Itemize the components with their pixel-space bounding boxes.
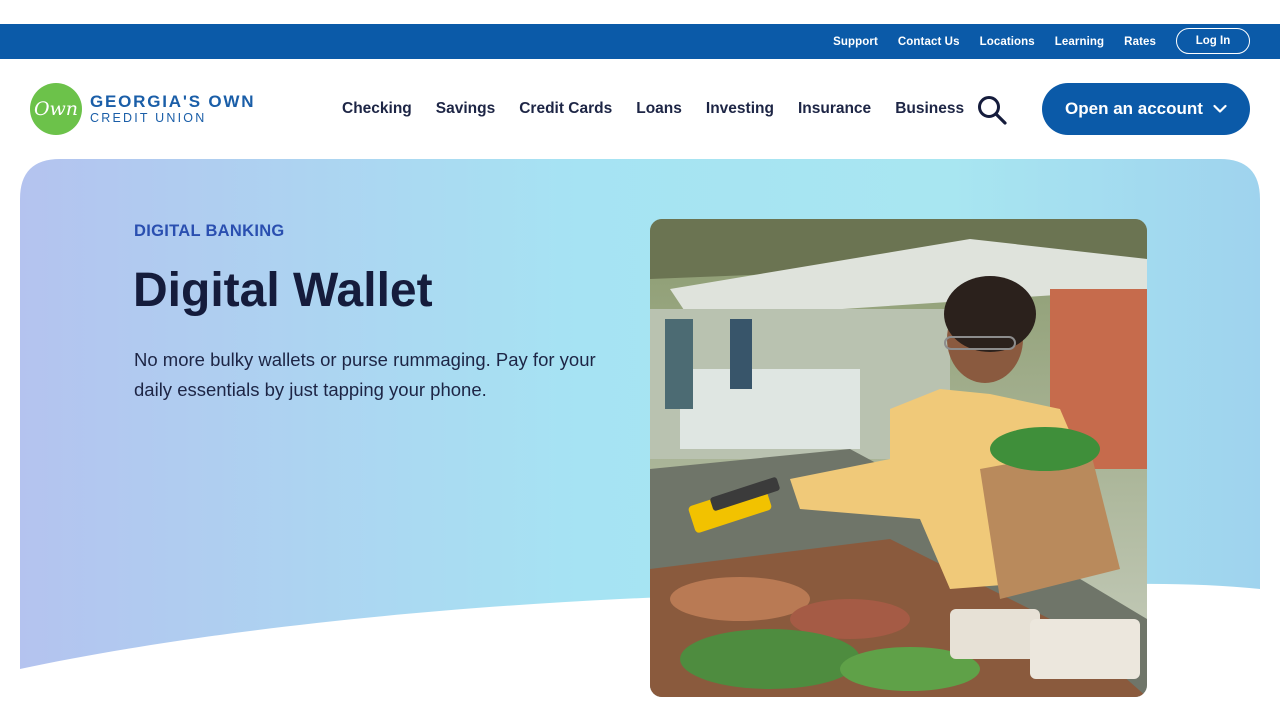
nav-item-investing[interactable]: Investing [706,100,774,118]
logo[interactable]: Own GEORGIA'S OWN CREDIT UNION [30,83,255,135]
main-header: Own GEORGIA'S OWN CREDIT UNION Checking … [0,59,1280,159]
main-nav: Checking Savings Credit Cards Loans Inve… [342,59,964,159]
utility-link-support[interactable]: Support [833,36,878,48]
search-icon [978,96,1007,125]
open-account-button[interactable]: Open an account [1042,83,1250,135]
logo-wordmark: GEORGIA'S OWN CREDIT UNION [90,92,256,126]
utility-bar: Support Contact Us Locations Learning Ra… [0,24,1280,59]
nav-item-loans[interactable]: Loans [636,100,682,118]
logo-subtitle: CREDIT UNION [90,111,207,125]
nav-item-insurance[interactable]: Insurance [798,100,871,118]
hero-description: No more bulky wallets or purse rummaging… [134,349,596,400]
search-button[interactable] [976,95,1008,125]
nav-item-checking[interactable]: Checking [342,100,412,118]
page-title: Digital Wallet [133,264,433,317]
utility-link-learning[interactable]: Learning [1055,36,1104,48]
market-photo-illustration [650,219,1147,697]
hero-eyebrow: DIGITAL BANKING [134,222,285,240]
nav-item-business[interactable]: Business [895,100,964,118]
chevron-down-icon [1213,104,1227,113]
logo-mark: Own [30,83,82,135]
utility-link-contact[interactable]: Contact Us [898,36,960,48]
utility-link-locations[interactable]: Locations [980,36,1035,48]
logo-name: GEORGIA'S OWN [90,92,256,111]
open-account-label: Open an account [1065,99,1203,118]
login-button[interactable]: Log In [1176,28,1250,54]
nav-item-credit-cards[interactable]: Credit Cards [519,100,612,118]
nav-item-savings[interactable]: Savings [436,100,495,118]
utility-nav: Support Contact Us Locations Learning Ra… [833,24,1156,59]
utility-link-rates[interactable]: Rates [1124,36,1156,48]
hero-photo [650,219,1147,697]
